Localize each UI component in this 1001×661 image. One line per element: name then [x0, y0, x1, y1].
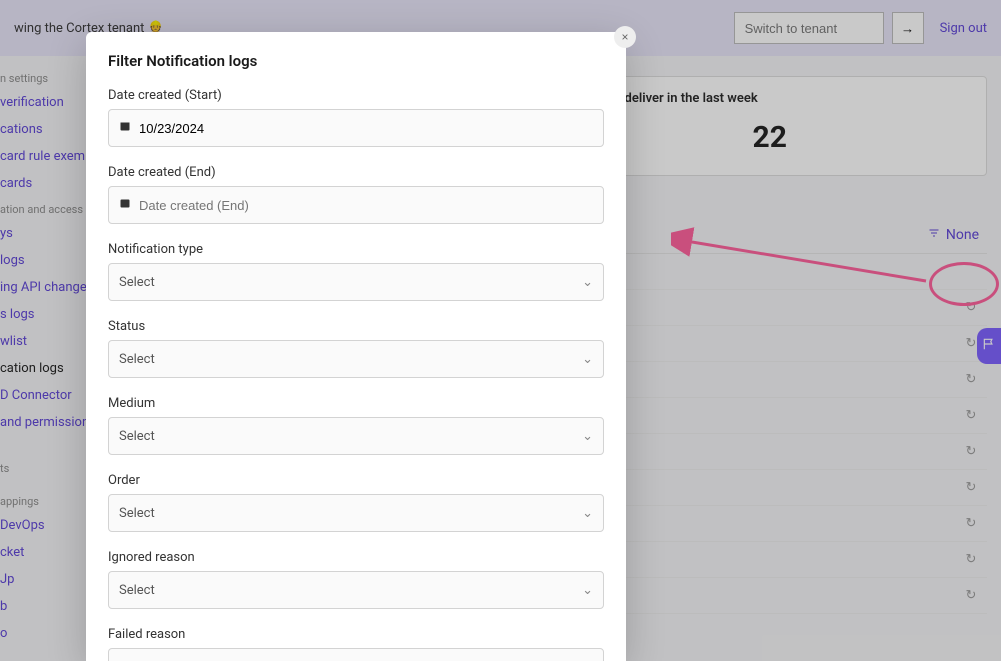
field-order: Order Select ⌄ [108, 473, 604, 532]
select-status[interactable]: Select ⌄ [108, 340, 604, 378]
select-ignored[interactable]: Select ⌄ [108, 571, 604, 609]
date-start-value[interactable] [139, 121, 593, 136]
input-date-end[interactable] [108, 186, 604, 224]
label-order: Order [108, 473, 604, 488]
select-placeholder: Select [119, 275, 582, 290]
chevron-down-icon: ⌄ [582, 352, 593, 367]
modal-title: Filter Notification logs [108, 52, 604, 70]
field-medium: Medium Select ⌄ [108, 396, 604, 455]
label-failed: Failed reason [108, 627, 604, 642]
field-failed-reason: Failed reason Select ⌄ [108, 627, 604, 661]
label-status: Status [108, 319, 604, 334]
label-date-end: Date created (End) [108, 165, 604, 180]
field-date-end: Date created (End) [108, 165, 604, 224]
date-end-value[interactable] [139, 198, 593, 213]
calendar-icon [119, 120, 131, 136]
field-ignored-reason: Ignored reason Select ⌄ [108, 550, 604, 609]
chevron-down-icon: ⌄ [582, 429, 593, 444]
calendar-icon [119, 197, 131, 213]
select-order[interactable]: Select ⌄ [108, 494, 604, 532]
field-status: Status Select ⌄ [108, 319, 604, 378]
field-date-start: Date created (Start) [108, 88, 604, 147]
input-date-start[interactable] [108, 109, 604, 147]
label-notif-type: Notification type [108, 242, 604, 257]
field-notification-type: Notification type Select ⌄ [108, 242, 604, 301]
chevron-down-icon: ⌄ [582, 506, 593, 521]
select-placeholder: Select [119, 506, 582, 521]
label-date-start: Date created (Start) [108, 88, 604, 103]
chevron-down-icon: ⌄ [582, 275, 593, 290]
close-icon: × [621, 30, 628, 44]
label-ignored: Ignored reason [108, 550, 604, 565]
select-medium[interactable]: Select ⌄ [108, 417, 604, 455]
label-medium: Medium [108, 396, 604, 411]
filter-modal: × Filter Notification logs Date created … [86, 32, 626, 661]
select-placeholder: Select [119, 583, 582, 598]
modal-body: Filter Notification logs Date created (S… [86, 32, 626, 661]
chevron-down-icon: ⌄ [582, 583, 593, 598]
select-notif-type[interactable]: Select ⌄ [108, 263, 604, 301]
close-button[interactable]: × [614, 26, 636, 48]
select-placeholder: Select [119, 429, 582, 444]
select-placeholder: Select [119, 352, 582, 367]
select-failed[interactable]: Select ⌄ [108, 648, 604, 661]
